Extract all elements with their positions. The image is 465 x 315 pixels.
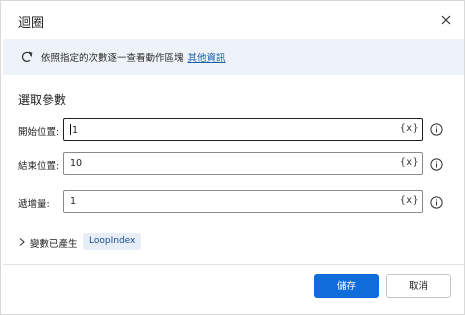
more-info-link[interactable]: 其他資訊 [188,53,226,64]
cancel-button[interactable]: 取消 [386,274,451,298]
info-icon[interactable] [430,123,443,136]
end-position-label: 結束位置: [18,161,60,172]
dialog-title: 迴圈 [18,16,45,31]
info-banner: 依照指定的次數逐一查看動作區塊 其他資訊 [3,39,464,75]
variable-picker-button[interactable]: {x} [400,157,419,168]
loop-index-variable-chip[interactable]: LoopIndex [83,233,142,250]
end-position-input[interactable]: 10 {x} [63,152,423,175]
increment-label: 遞增量: [18,199,50,210]
save-button[interactable]: 儲存 [314,274,379,298]
section-title: 選取參數 [18,93,67,107]
start-position-input[interactable]: 1 {x} [63,118,423,141]
banner-description: 依照指定的次數逐一查看動作區塊 其他資訊 [41,50,226,64]
info-icon[interactable] [430,196,443,209]
info-icon[interactable] [430,158,443,171]
start-position-value-wrap: 1 [70,124,78,136]
text-caret [70,124,71,135]
variable-picker-button[interactable]: {x} [400,123,419,134]
increment-value: 1 [70,196,77,207]
chevron-right-icon [19,238,25,246]
end-position-value: 10 [70,158,83,169]
start-position-value: 1 [72,125,79,136]
variable-picker-button[interactable]: {x} [400,195,419,206]
start-position-label: 開始位置: [18,127,60,138]
footer-divider [3,264,464,265]
dialog-header: 迴圈 [1,1,464,39]
close-icon[interactable] [439,13,453,27]
banner-text: 依照指定的次數逐一查看動作區塊 [41,53,184,64]
increment-input[interactable]: 1 {x} [63,190,423,213]
variables-produced-label: 變數已產生 [30,239,78,250]
loop-icon [21,51,33,62]
loop-dialog: 迴圈 依照指定的次數逐一查看動作區塊 其他資訊 選取參數 開始位置: 1 {x} … [0,0,465,315]
